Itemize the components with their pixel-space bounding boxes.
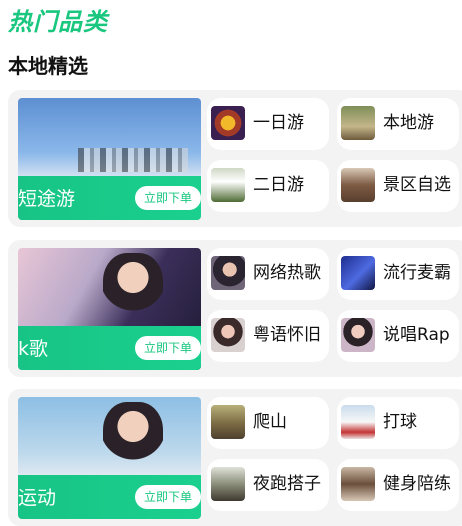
subcategory-label: 粤语怀旧 <box>253 325 321 345</box>
running-photo <box>211 467 245 501</box>
subcategory-pop-mic[interactable]: 流行麦霸 <box>337 248 459 300</box>
order-now-button[interactable]: 立即下单 <box>135 336 201 360</box>
subcategory-label: 网络热歌 <box>253 263 321 283</box>
category-card-short-trip: 短途游 立即下单 一日游 本地游 二日游 景区自选 <box>8 90 462 227</box>
feature-banner-sports[interactable]: 运动 立即下单 <box>18 397 201 519</box>
subcategory-label: 健身陪练 <box>383 474 451 494</box>
ball-photo <box>341 405 375 439</box>
gym-photo <box>341 467 375 501</box>
subcategory-label: 夜跑搭子 <box>253 474 321 494</box>
subcategory-hiking[interactable]: 爬山 <box>207 397 329 449</box>
subcategory-trending-songs[interactable]: 网络热歌 <box>207 248 329 300</box>
scenic-photo <box>341 168 375 202</box>
subcategory-label: 说唱Rap <box>383 325 450 345</box>
subcategory-night-run-buddy[interactable]: 夜跑搭子 <box>207 459 329 511</box>
subcategory-one-day-tour[interactable]: 一日游 <box>207 98 329 150</box>
hot-categories-title: 热门品类 <box>8 8 108 36</box>
subcategory-label: 本地游 <box>383 113 434 133</box>
feature-label: 运动 <box>18 487 57 509</box>
pier-photo <box>211 168 245 202</box>
order-now-button[interactable]: 立即下单 <box>135 485 201 509</box>
travel-group-photo <box>78 148 188 172</box>
subcategory-label: 一日游 <box>253 113 304 133</box>
feature-banner-short-trip[interactable]: 短途游 立即下单 <box>18 98 201 220</box>
feature-label: k歌 <box>18 338 49 360</box>
subcategory-local-tour[interactable]: 本地游 <box>337 98 459 150</box>
athlete-portrait <box>103 402 163 472</box>
category-card-karaoke: k歌 立即下单 网络热歌 流行麦霸 粤语怀旧 说唱Rap <box>8 240 462 377</box>
subcategory-label: 二日游 <box>253 175 304 195</box>
feature-label: 短途游 <box>18 188 76 210</box>
feature-banner-karaoke[interactable]: k歌 立即下单 <box>18 248 201 370</box>
local-picks-title: 本地精选 <box>8 54 88 78</box>
singer-photo <box>341 318 375 352</box>
subcategory-cantonese-classics[interactable]: 粤语怀旧 <box>207 310 329 362</box>
subcategory-fitness-partner[interactable]: 健身陪练 <box>337 459 459 511</box>
singer-photo <box>211 318 245 352</box>
subcategory-label: 爬山 <box>253 412 287 432</box>
stage-photo <box>341 256 375 290</box>
singer-portrait <box>103 253 163 323</box>
order-now-button[interactable]: 立即下单 <box>135 186 201 210</box>
subcategory-two-day-tour[interactable]: 二日游 <box>207 160 329 212</box>
fireworks-photo <box>211 106 245 140</box>
subcategory-rap[interactable]: 说唱Rap <box>337 310 459 362</box>
singer-photo <box>211 256 245 290</box>
subcategory-label: 景区自选 <box>383 175 451 195</box>
subcategory-ball-games[interactable]: 打球 <box>337 397 459 449</box>
hiking-photo <box>211 405 245 439</box>
subcategory-label: 打球 <box>383 412 417 432</box>
park-photo <box>341 106 375 140</box>
subcategory-scenic-choice[interactable]: 景区自选 <box>337 160 459 212</box>
subcategory-label: 流行麦霸 <box>383 263 451 283</box>
category-card-sports: 运动 立即下单 爬山 打球 夜跑搭子 健身陪练 <box>8 389 462 526</box>
